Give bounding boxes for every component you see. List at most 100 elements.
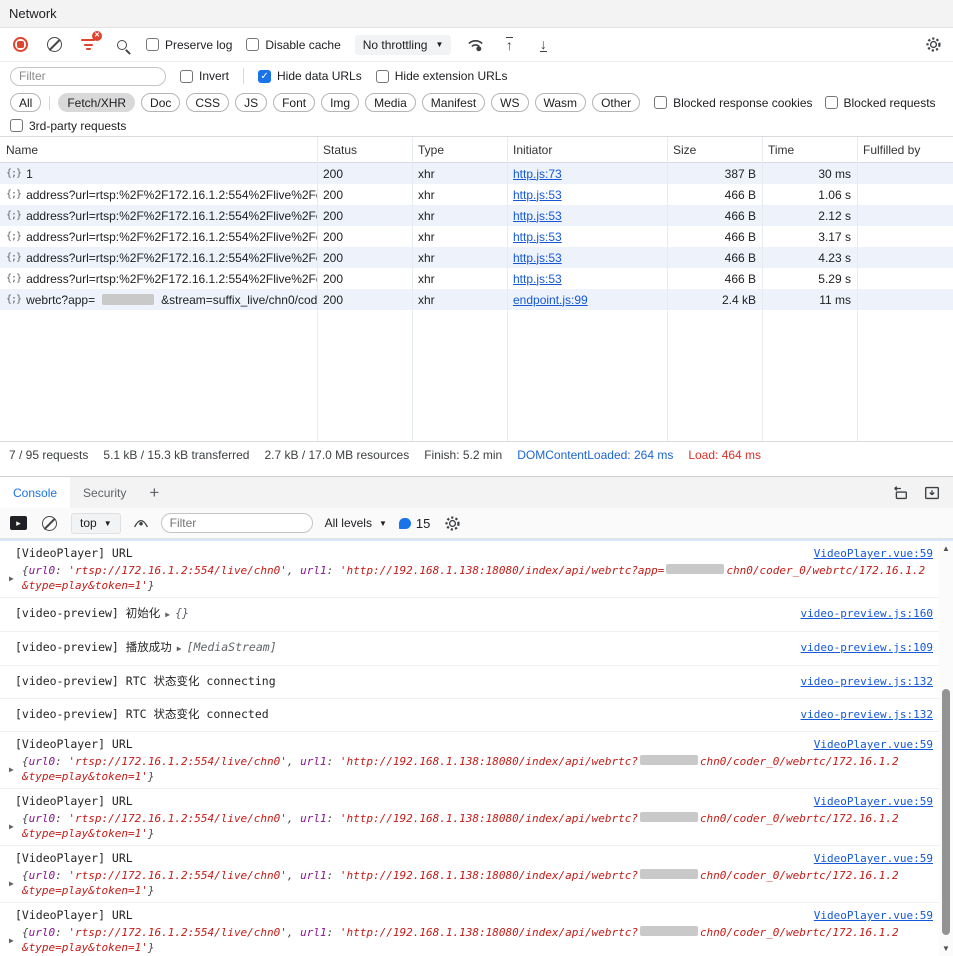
network-request-row[interactable]: {;}webrtc?app=&stream=suffix_live/chn0/c… [0, 289, 953, 310]
column-header-size[interactable]: Size [667, 143, 762, 157]
live-expression-eye-icon[interactable] [133, 517, 149, 529]
expand-triangle-icon[interactable]: ▶ [9, 811, 22, 841]
type-filter-manifest[interactable]: Manifest [422, 93, 485, 112]
log-levels-select[interactable]: All levels ▼ [325, 516, 387, 530]
column-header-type[interactable]: Type [412, 143, 507, 157]
tab-console[interactable]: Console [0, 477, 70, 508]
third-party-requests-checkbox[interactable]: 3rd-party requests [10, 119, 126, 133]
scroll-down-arrow-icon[interactable]: ▼ [942, 944, 950, 953]
column-header-name[interactable]: Name [0, 143, 317, 157]
network-settings-button[interactable] [923, 35, 943, 55]
initiator-link[interactable]: http.js:53 [513, 272, 562, 286]
source-location-link[interactable]: VideoPlayer.vue:59 [814, 850, 933, 867]
network-conditions-button[interactable] [465, 35, 485, 55]
type-filter-doc[interactable]: Doc [141, 93, 180, 112]
clear-network-log-button[interactable] [44, 35, 64, 55]
throttling-select[interactable]: No throttling ▼ [355, 35, 452, 55]
console-message[interactable]: [VideoPlayer] URLVideoPlayer.vue:59▶{url… [0, 541, 939, 598]
expand-triangle-icon[interactable]: ▶ [9, 925, 22, 955]
request-name-cell[interactable]: {;}1 [0, 167, 317, 181]
network-filter-input[interactable] [10, 67, 166, 86]
search-button[interactable] [112, 35, 132, 55]
initiator-link[interactable]: http.js:53 [513, 209, 562, 223]
console-message[interactable]: [video-preview] RTC 状态变化 connectingvideo… [0, 666, 939, 699]
initiator-link[interactable]: http.js:53 [513, 188, 562, 202]
scroll-up-arrow-icon[interactable]: ▲ [942, 544, 950, 553]
type-filter-font[interactable]: Font [273, 93, 315, 112]
expand-triangle-icon[interactable]: ▶ [177, 640, 182, 657]
expand-triangle-icon[interactable]: ▶ [9, 754, 22, 784]
initiator-link[interactable]: http.js:73 [513, 167, 562, 181]
undock-drawer-icon[interactable] [891, 485, 909, 501]
console-message[interactable]: [VideoPlayer] URLVideoPlayer.vue:59▶{url… [0, 789, 939, 846]
column-header-fulfilled-by[interactable]: Fulfilled by [857, 143, 953, 157]
blocked-requests-checkbox[interactable]: Blocked requests [825, 96, 936, 110]
network-request-row[interactable]: {;}address?url=rtsp:%2F%2F172.16.1.2:554… [0, 247, 953, 268]
network-request-row[interactable]: {;}address?url=rtsp:%2F%2F172.16.1.2:554… [0, 226, 953, 247]
expand-triangle-icon[interactable]: ▶ [165, 606, 170, 623]
initiator-link[interactable]: http.js:53 [513, 251, 562, 265]
export-har-button[interactable]: ↓ [533, 35, 553, 55]
preserve-log-checkbox[interactable]: Preserve log [146, 38, 232, 52]
type-filter-ws[interactable]: WS [491, 93, 528, 112]
invert-checkbox[interactable]: Invert [180, 69, 229, 83]
source-location-link[interactable]: video-preview.js:160 [801, 605, 933, 622]
console-message[interactable]: [VideoPlayer] URLVideoPlayer.vue:59▶{url… [0, 846, 939, 903]
request-name-cell[interactable]: {;}address?url=rtsp:%2F%2F172.16.1.2:554… [0, 251, 317, 265]
disable-cache-checkbox[interactable]: Disable cache [246, 38, 340, 52]
hide-extension-urls-checkbox[interactable]: Hide extension URLs [376, 69, 508, 83]
blocked-response-cookies-checkbox[interactable]: Blocked response cookies [654, 96, 812, 110]
source-location-link[interactable]: VideoPlayer.vue:59 [814, 793, 933, 810]
source-location-link[interactable]: VideoPlayer.vue:59 [814, 907, 933, 924]
type-filter-js[interactable]: JS [235, 93, 267, 112]
console-message[interactable]: [VideoPlayer] URLVideoPlayer.vue:59▶{url… [0, 732, 939, 789]
column-header-status[interactable]: Status [317, 143, 412, 157]
type-filter-media[interactable]: Media [365, 93, 416, 112]
message-count-indicator[interactable]: 15 [399, 516, 430, 531]
hide-data-urls-checkbox[interactable]: ✓ Hide data URLs [258, 69, 362, 83]
request-name-cell[interactable]: {;}webrtc?app=&stream=suffix_live/chn0/c… [0, 293, 317, 307]
tab-security[interactable]: Security [70, 477, 139, 508]
network-request-row[interactable]: {;}address?url=rtsp:%2F%2F172.16.1.2:554… [0, 205, 953, 226]
source-location-link[interactable]: video-preview.js:109 [801, 639, 933, 656]
console-scrollbar[interactable]: ▲ ▼ [939, 541, 953, 956]
type-filter-fetch-xhr[interactable]: Fetch/XHR [58, 93, 135, 112]
object-preview[interactable]: [MediaStream] [187, 639, 277, 656]
console-filter-input[interactable] [161, 513, 313, 533]
record-network-log-button[interactable] [10, 35, 30, 55]
type-filter-other[interactable]: Other [592, 93, 640, 112]
expand-drawer-icon[interactable] [923, 485, 941, 501]
column-header-time[interactable]: Time [762, 143, 857, 157]
panel-title[interactable]: Network [9, 6, 57, 21]
object-preview[interactable]: {} [175, 605, 189, 622]
initiator-link[interactable]: endpoint.js:99 [513, 293, 588, 307]
type-filter-wasm[interactable]: Wasm [535, 93, 587, 112]
network-request-row[interactable]: {;}address?url=rtsp:%2F%2F172.16.1.2:554… [0, 184, 953, 205]
execution-context-select[interactable]: top ▼ [71, 513, 121, 534]
column-header-initiator[interactable]: Initiator [507, 143, 667, 157]
console-message[interactable]: [VideoPlayer] URLVideoPlayer.vue:59▶{url… [0, 903, 939, 956]
type-filter-css[interactable]: CSS [186, 93, 229, 112]
request-name-cell[interactable]: {;}address?url=rtsp:%2F%2F172.16.1.2:554… [0, 230, 317, 244]
source-location-link[interactable]: video-preview.js:132 [801, 673, 933, 690]
source-location-link[interactable]: VideoPlayer.vue:59 [814, 545, 933, 562]
console-message[interactable]: [video-preview] RTC 状态变化 connectedvideo-… [0, 699, 939, 732]
console-message[interactable]: [video-preview] 初始化▶{}video-preview.js:1… [0, 598, 939, 632]
source-location-link[interactable]: VideoPlayer.vue:59 [814, 736, 933, 753]
expand-triangle-icon[interactable]: ▶ [9, 563, 22, 593]
expand-triangle-icon[interactable]: ▶ [9, 868, 22, 898]
add-drawer-tab-button[interactable]: + [139, 477, 169, 508]
initiator-link[interactable]: http.js:53 [513, 230, 562, 244]
clear-console-button[interactable] [39, 513, 59, 533]
request-name-cell[interactable]: {;}address?url=rtsp:%2F%2F172.16.1.2:554… [0, 209, 317, 223]
console-settings-button[interactable] [442, 513, 462, 533]
console-message[interactable]: [video-preview] 播放成功▶[MediaStream]video-… [0, 632, 939, 666]
network-request-row[interactable]: {;}1200xhrhttp.js:73387 B30 ms [0, 163, 953, 184]
type-filter-all[interactable]: All [10, 93, 41, 112]
network-request-row[interactable]: {;}address?url=rtsp:%2F%2F172.16.1.2:554… [0, 268, 953, 289]
request-name-cell[interactable]: {;}address?url=rtsp:%2F%2F172.16.1.2:554… [0, 188, 317, 202]
filter-toggle-button[interactable]: ✕ [78, 35, 98, 55]
console-sidebar-toggle-icon[interactable]: ▸ [10, 516, 27, 530]
request-name-cell[interactable]: {;}address?url=rtsp:%2F%2F172.16.1.2:554… [0, 272, 317, 286]
scrollbar-thumb[interactable] [942, 689, 950, 935]
